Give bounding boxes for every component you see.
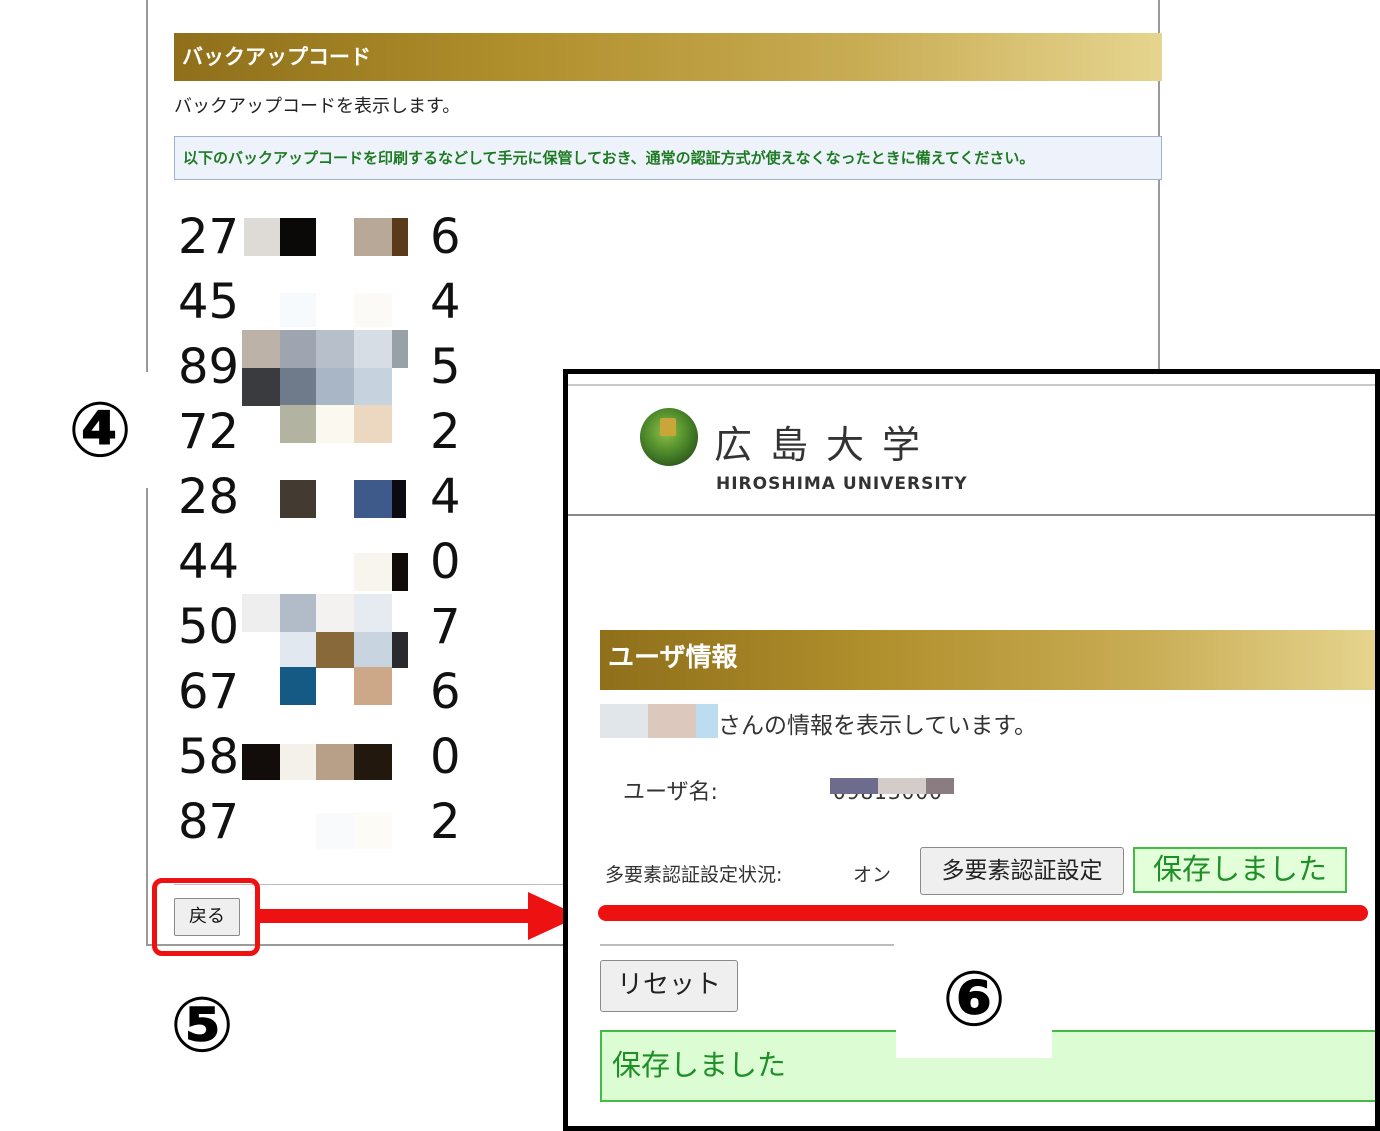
backup-code-suffix: 6 bbox=[430, 664, 461, 720]
redaction-mosaic bbox=[242, 744, 280, 780]
user-info-header: ユーザ情報 bbox=[600, 630, 1375, 690]
redaction-mosaic bbox=[316, 594, 354, 632]
redaction-mosaic bbox=[354, 744, 392, 780]
redaction-mosaic bbox=[648, 704, 696, 738]
redaction-mosaic bbox=[280, 218, 316, 256]
university-logo-jp: 広島大学 bbox=[714, 423, 939, 467]
saved-badge: 保存しました bbox=[1133, 847, 1347, 893]
redaction-mosaic bbox=[354, 293, 392, 327]
redaction-mosaic bbox=[316, 632, 354, 668]
redaction-mosaic bbox=[354, 480, 392, 518]
backup-code-prefix: 27 bbox=[178, 209, 240, 265]
redaction-mosaic bbox=[242, 330, 280, 368]
redaction-mosaic bbox=[926, 778, 954, 794]
backup-code-header: バックアップコード bbox=[174, 33, 1162, 81]
university-logo-en: HIROSHIMA UNIVERSITY bbox=[716, 474, 968, 494]
redaction-mosaic bbox=[280, 480, 316, 518]
backup-code-suffix: 2 bbox=[430, 404, 461, 460]
university-emblem-icon bbox=[640, 408, 698, 466]
redaction-mosaic bbox=[392, 480, 406, 518]
redaction-mosaic bbox=[354, 594, 392, 632]
redaction-mosaic bbox=[392, 632, 408, 668]
backup-code-prefix: 28 bbox=[178, 469, 240, 525]
redaction-mosaic bbox=[830, 778, 878, 794]
username-label: ユーザ名: bbox=[623, 780, 718, 805]
backup-code-suffix: 6 bbox=[430, 209, 461, 265]
mfa-settings-button[interactable]: 多要素認証設定 bbox=[920, 847, 1124, 895]
redaction-mosaic bbox=[354, 667, 392, 705]
redaction-mosaic bbox=[354, 330, 392, 368]
backup-code-prefix: 44 bbox=[178, 534, 240, 590]
redaction-mosaic bbox=[316, 330, 354, 368]
reset-button[interactable]: リセット bbox=[600, 960, 738, 1012]
callout-step-5: ⑤ bbox=[152, 980, 252, 1070]
redaction-mosaic bbox=[392, 330, 408, 368]
redaction-mosaic bbox=[696, 704, 718, 738]
backup-code-prefix: 45 bbox=[178, 274, 240, 330]
redaction-mosaic bbox=[316, 368, 354, 406]
panel-top-border bbox=[568, 374, 1375, 386]
header-divider bbox=[568, 514, 1375, 516]
backup-code-prefix: 50 bbox=[178, 599, 240, 655]
redaction-mosaic bbox=[354, 368, 392, 406]
callout-step-4: ④ bbox=[52, 372, 148, 488]
redaction-mosaic bbox=[280, 405, 316, 443]
redaction-mosaic bbox=[354, 218, 392, 256]
redaction-mosaic bbox=[354, 405, 392, 443]
arrow-shaft bbox=[258, 909, 538, 923]
divider bbox=[600, 944, 894, 946]
backup-code-prefix: 58 bbox=[178, 729, 240, 785]
user-info-description: さんの情報を表示しています。 bbox=[718, 713, 1038, 739]
backup-code-suffix: 2 bbox=[430, 794, 461, 850]
redaction-mosaic bbox=[280, 667, 316, 705]
backup-code-description: バックアップコードを表示します。 bbox=[174, 96, 461, 117]
redaction-mosaic bbox=[354, 553, 392, 591]
mfa-status-label: 多要素認証設定状況: bbox=[605, 864, 783, 886]
redaction-mosaic bbox=[280, 293, 316, 327]
backup-code-notice: 以下のバックアップコードを印刷するなどして手元に保管しておき、通常の認証方式が使… bbox=[174, 136, 1162, 180]
redaction-mosaic bbox=[242, 594, 280, 632]
highlight-underline bbox=[598, 905, 1368, 921]
redaction-mosaic bbox=[280, 330, 316, 368]
callout-step-6: ⑥ bbox=[896, 940, 1052, 1058]
redaction-mosaic bbox=[354, 813, 392, 849]
redaction-mosaic bbox=[280, 594, 316, 632]
backup-code-suffix: 5 bbox=[430, 339, 461, 395]
redaction-mosaic bbox=[316, 405, 354, 443]
redaction-mosaic bbox=[600, 704, 648, 738]
redaction-mosaic bbox=[280, 744, 316, 780]
redaction-mosaic bbox=[280, 368, 316, 406]
redaction-mosaic bbox=[316, 744, 354, 780]
redaction-mosaic bbox=[244, 218, 280, 256]
backup-code-prefix: 89 bbox=[178, 339, 240, 395]
backup-code-suffix: 0 bbox=[430, 729, 461, 785]
mfa-status-value: オン bbox=[853, 864, 892, 886]
back-button-highlight bbox=[152, 878, 260, 956]
redaction-mosaic bbox=[354, 632, 392, 668]
backup-code-suffix: 7 bbox=[430, 599, 461, 655]
backup-code-prefix: 87 bbox=[178, 794, 240, 850]
backup-code-suffix: 4 bbox=[430, 469, 461, 525]
redaction-mosaic bbox=[392, 218, 408, 256]
redaction-mosaic bbox=[280, 632, 316, 668]
redaction-mosaic bbox=[392, 553, 408, 591]
backup-code-prefix: 67 bbox=[178, 664, 240, 720]
backup-code-prefix: 72 bbox=[178, 404, 240, 460]
user-info-panel: 広島大学 HIROSHIMA UNIVERSITY ユーザ情報 さんの情報を表示… bbox=[563, 369, 1380, 1131]
redaction-mosaic bbox=[316, 813, 354, 849]
backup-code-suffix: 4 bbox=[430, 274, 461, 330]
redaction-mosaic bbox=[878, 778, 926, 794]
backup-code-suffix: 0 bbox=[430, 534, 461, 590]
